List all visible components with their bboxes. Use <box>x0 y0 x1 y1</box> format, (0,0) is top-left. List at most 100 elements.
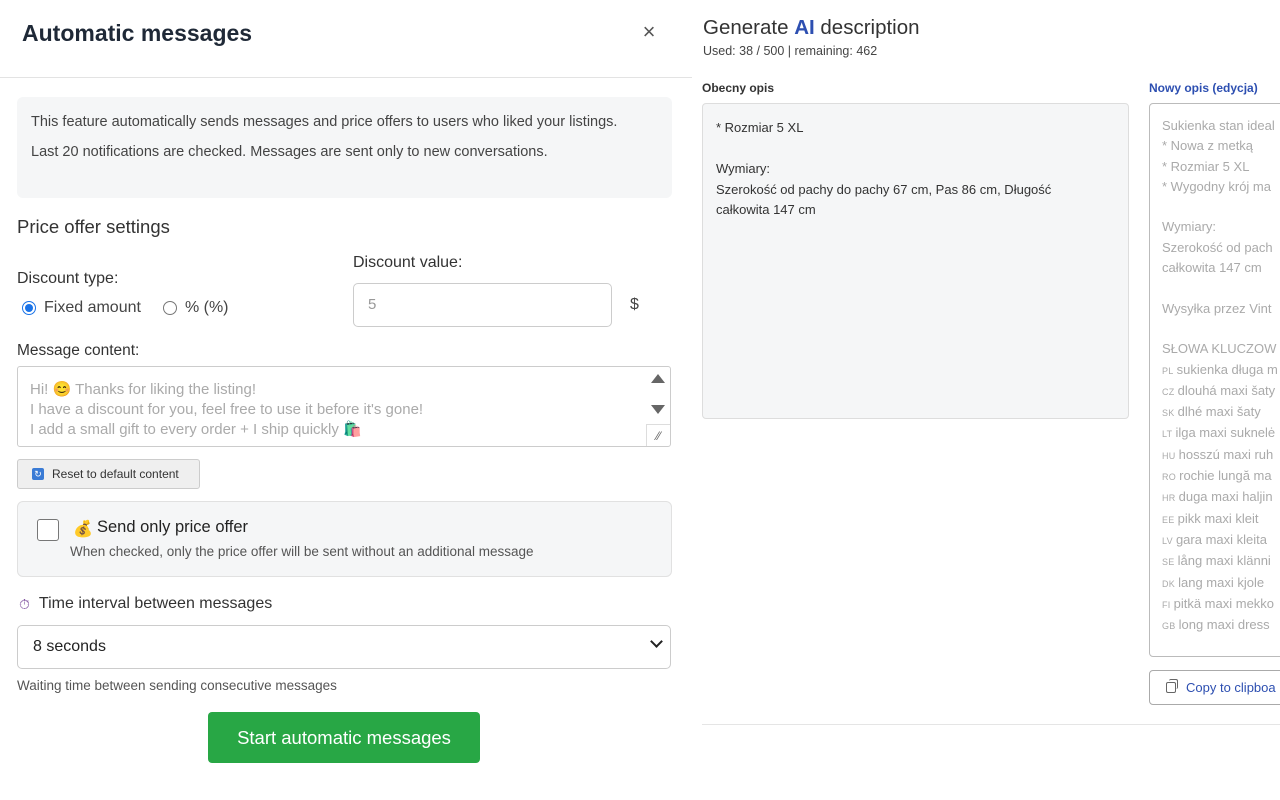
ai-description-panel: Generate AI description Used: 38 / 500 |… <box>692 0 1280 800</box>
new-description-textarea[interactable]: Sukienka stan ideal * Nowa z metką * Rozmi… <box>1149 103 1280 657</box>
keyword-line: DK lang maxi kjole <box>1162 573 1280 594</box>
send-only-offer-card: 💰 Send only price offer When checked, on… <box>17 501 672 577</box>
money-bag-icon: 💰 <box>73 521 93 538</box>
current-line: Szerokość od pachy do pachy 67 cm, Pas 8… <box>716 181 1052 197</box>
radio-fixed-amount-label[interactable]: Fixed amount <box>44 299 141 317</box>
current-line: Wymiary: <box>716 161 771 176</box>
current-description-label: Obecny opis <box>702 81 775 95</box>
radio-percent-label[interactable]: % (%) <box>185 299 229 317</box>
flag-code: LV <box>1162 535 1173 546</box>
keyword-line: SK dlhé maxi šaty <box>1162 402 1280 423</box>
flag-code: PL <box>1162 365 1174 376</box>
new-description-line: * Rozmiar 5 XL <box>1162 158 1250 174</box>
keyword-text: duga maxi haljin <box>1178 489 1273 505</box>
info-line-1: This feature automatically sends message… <box>31 114 618 130</box>
copy-button-label: Copy to clipboa <box>1186 680 1276 695</box>
automatic-messages-panel: Automatic messages × This feature automa… <box>0 0 692 800</box>
send-only-offer-label[interactable]: Send only price offer <box>97 518 248 537</box>
new-description-line: SŁOWA KLUCZOW <box>1162 341 1277 357</box>
keyword-line: HU hosszú maxi ruh <box>1162 445 1280 466</box>
reset-default-label: Reset to default content <box>52 467 179 481</box>
keyword-text: sukienka długa m <box>1176 361 1278 377</box>
scroll-down-arrow-icon[interactable] <box>651 405 665 414</box>
keyword-text: pitkä maxi mekko <box>1173 595 1275 611</box>
keyword-text: gara maxi kleita <box>1175 531 1267 547</box>
reset-default-button[interactable]: ↻ Reset to default content <box>17 459 200 489</box>
copy-to-clipboard-button[interactable]: Copy to clipboa <box>1149 670 1280 705</box>
time-interval-helper: Waiting time between sending consecutive… <box>17 678 337 693</box>
ai-description-title: Generate AI description <box>703 16 920 40</box>
flag-code: DK <box>1162 578 1176 589</box>
keyword-line: CZ dlouhá maxi šaty <box>1162 381 1280 402</box>
keyword-text: ilga maxi suknelė <box>1175 425 1276 441</box>
scroll-up-arrow-icon[interactable] <box>651 374 665 383</box>
new-description-line <box>1162 278 1280 298</box>
divider <box>702 724 1280 725</box>
message-content-label: Message content: <box>17 342 140 359</box>
currency-symbol: $ <box>630 296 639 313</box>
send-only-offer-checkbox[interactable] <box>37 519 59 541</box>
panel-header: Automatic messages × <box>0 0 692 78</box>
info-line-2: Last 20 notifications are checked. Messa… <box>31 144 548 160</box>
new-description-line: Wymiary: <box>1162 219 1217 235</box>
message-line-1: Hi! 😊 Thanks for liking the listing! <box>30 381 256 398</box>
new-description-line <box>1162 197 1280 217</box>
keyword-text: pikk maxi kleit <box>1177 510 1259 526</box>
keyword-line: FI pitkä maxi mekko <box>1162 594 1280 615</box>
new-description-line: * Nowa z metką <box>1162 138 1254 154</box>
flag-code: EE <box>1162 514 1175 525</box>
new-description-line: Wysyłka przez Vint <box>1162 300 1272 316</box>
flag-code: GB <box>1162 621 1176 632</box>
price-offer-settings-title: Price offer settings <box>17 216 170 237</box>
keyword-line: LT ilga maxi suknelė <box>1162 423 1280 444</box>
chevron-down-icon <box>650 636 662 648</box>
time-interval-label: Time interval between messages <box>38 595 273 612</box>
send-only-offer-description: When checked, only the price offer will … <box>70 544 534 559</box>
keyword-line: HR duga maxi haljin <box>1162 487 1280 508</box>
keyword-line: EE pikk maxi kleit <box>1162 509 1280 530</box>
flag-code: SE <box>1162 557 1175 568</box>
stopwatch-icon: ⏱ <box>19 595 30 612</box>
title-ai: AI <box>794 16 815 39</box>
current-description-box: * Rozmiar 5 XL Wymiary: Szerokość od pac… <box>702 103 1129 419</box>
keyword-line: GB long maxi dress <box>1162 615 1280 636</box>
discount-value-label: Discount value: <box>353 254 463 271</box>
title-prefix: Generate <box>703 16 789 39</box>
resize-handle-icon[interactable]: ⁄⁄ <box>646 424 670 446</box>
start-automatic-messages-button[interactable]: Start automatic messages <box>208 712 480 763</box>
radio-fixed-amount[interactable] <box>22 301 36 315</box>
discount-type-radios: Fixed amount % (%) <box>22 299 229 317</box>
keyword-line: RO rochie lungă ma <box>1162 466 1280 487</box>
copy-icon <box>1166 679 1178 693</box>
panel-title: Automatic messages <box>22 20 253 46</box>
flag-code: HR <box>1162 493 1176 504</box>
time-interval-heading: ⏱ Time interval between messages <box>19 595 272 613</box>
flag-code: SK <box>1162 408 1175 419</box>
keyword-text: rochie lungă ma <box>1179 468 1272 484</box>
flag-code: HU <box>1162 450 1176 461</box>
discount-value-input[interactable]: 5 <box>353 283 612 327</box>
flag-code: LT <box>1162 429 1173 440</box>
new-description-line: * Wygodny krój ma <box>1162 178 1271 194</box>
keyword-text: dlhé maxi šaty <box>1177 404 1261 420</box>
new-description-line: całkowita 147 cm <box>1162 260 1262 276</box>
current-line: całkowita 147 cm <box>716 202 816 217</box>
usage-counter: Used: 38 / 500 | remaining: 462 <box>703 44 878 58</box>
keyword-line: PL sukienka długa m <box>1162 360 1280 381</box>
close-icon[interactable]: × <box>638 20 660 44</box>
keyword-line: LV gara maxi kleita <box>1162 530 1280 551</box>
message-content-textarea[interactable]: Hi! 😊 Thanks for liking the listing! I h… <box>17 366 671 447</box>
time-interval-select[interactable]: 8 seconds <box>17 625 671 669</box>
keyword-text: hosszú maxi ruh <box>1178 446 1274 462</box>
current-line: * Rozmiar 5 XL <box>716 120 804 135</box>
radio-percent[interactable] <box>162 301 177 315</box>
keyword-text: long maxi dress <box>1178 617 1270 633</box>
current-line <box>716 139 1115 160</box>
info-box: This feature automatically sends message… <box>17 97 672 198</box>
keyword-text: lång maxi klänni <box>1177 553 1271 569</box>
title-suffix: description <box>820 16 920 39</box>
new-description-line: Sukienka stan ideal <box>1162 118 1275 133</box>
discount-type-label: Discount type: <box>17 270 119 287</box>
keyword-text: dlouhá maxi šaty <box>1177 382 1276 398</box>
keyword-line: SE lång maxi klänni <box>1162 551 1280 572</box>
